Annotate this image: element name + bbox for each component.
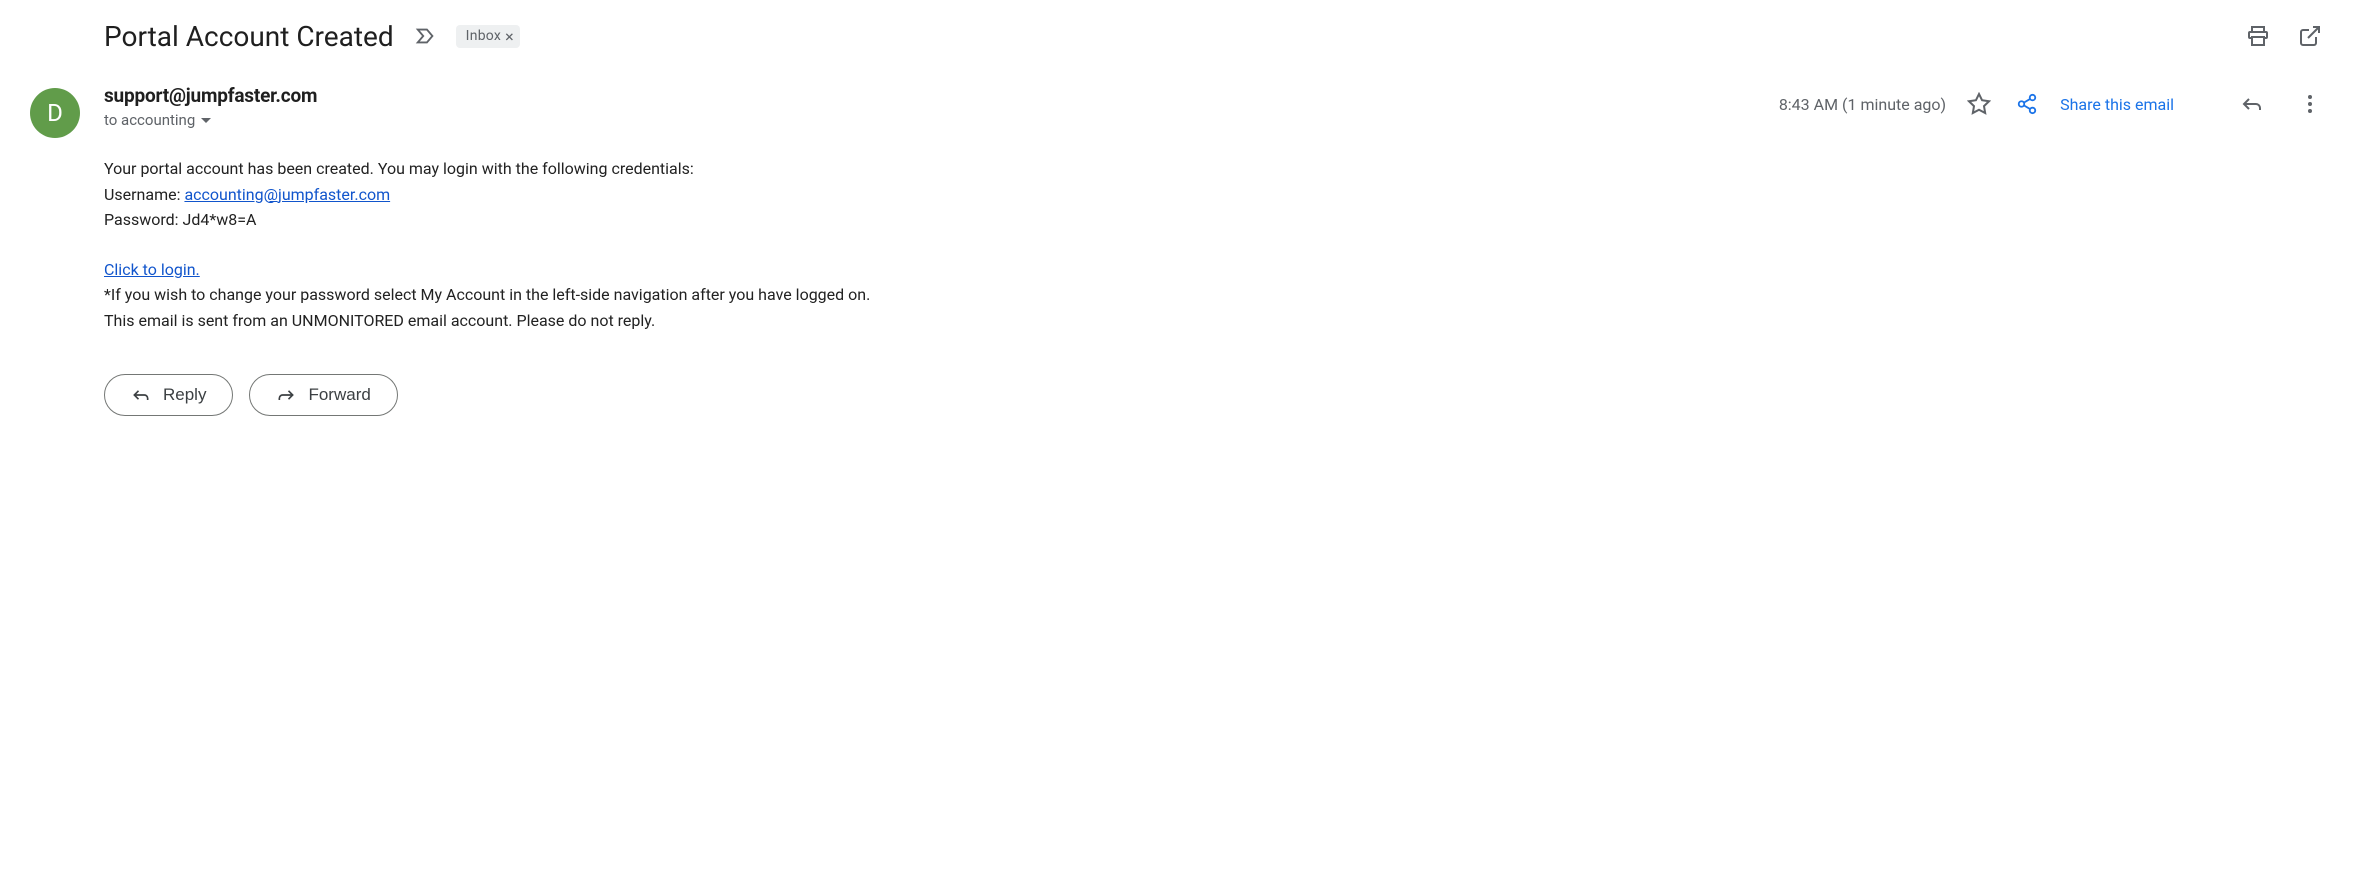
star-icon[interactable] bbox=[1964, 89, 1994, 119]
reply-button[interactable]: Reply bbox=[104, 374, 233, 416]
share-this-email-link[interactable]: Share this email bbox=[2060, 95, 2174, 114]
body-note: *If you wish to change your password sel… bbox=[104, 282, 1404, 308]
share-icon[interactable] bbox=[2012, 89, 2042, 119]
action-buttons: Reply Forward bbox=[104, 374, 2330, 416]
label-text: Inbox bbox=[466, 28, 501, 44]
password-value: Jd4*w8=A bbox=[183, 210, 257, 229]
recipient-expand[interactable]: to accounting bbox=[104, 111, 1761, 129]
inbox-label-chip[interactable]: Inbox × bbox=[456, 25, 520, 48]
forward-arrow-icon bbox=[276, 385, 296, 405]
message-header: Portal Account Created Inbox × bbox=[104, 16, 2330, 56]
email-body: Your portal account has been created. Yo… bbox=[104, 156, 1404, 334]
username-label: Username: bbox=[104, 185, 184, 204]
reply-arrow-icon bbox=[131, 385, 151, 405]
username-link[interactable]: accounting@jumpfaster.com bbox=[184, 185, 390, 204]
sender-meta-row: D support@jumpfaster.com to accounting 8… bbox=[30, 84, 2330, 138]
body-footer: This email is sent from an UNMONITORED e… bbox=[104, 308, 1404, 334]
body-intro: Your portal account has been created. Yo… bbox=[104, 156, 1404, 182]
sender-address[interactable]: support@jumpfaster.com bbox=[104, 84, 317, 107]
recipient-text: to accounting bbox=[104, 111, 195, 129]
important-marker-icon[interactable] bbox=[412, 22, 440, 50]
timestamp: 8:43 AM (1 minute ago) bbox=[1779, 95, 1946, 114]
body-password-line: Password: Jd4*w8=A bbox=[104, 207, 1404, 233]
forward-button[interactable]: Forward bbox=[249, 374, 397, 416]
chevron-down-icon bbox=[201, 118, 211, 123]
remove-label-icon[interactable]: × bbox=[505, 27, 514, 46]
reply-label: Reply bbox=[163, 385, 206, 405]
more-options-icon[interactable] bbox=[2290, 84, 2330, 124]
reply-icon[interactable] bbox=[2232, 84, 2272, 124]
open-in-new-icon[interactable] bbox=[2290, 16, 2330, 56]
forward-label: Forward bbox=[308, 385, 370, 405]
print-icon[interactable] bbox=[2238, 16, 2278, 56]
avatar-initial: D bbox=[47, 99, 63, 127]
avatar[interactable]: D bbox=[30, 88, 80, 138]
login-link[interactable]: Click to login. bbox=[104, 260, 200, 279]
password-label: Password: bbox=[104, 210, 183, 229]
subject-text: Portal Account Created bbox=[104, 20, 394, 53]
body-username-line: Username: accounting@jumpfaster.com bbox=[104, 182, 1404, 208]
